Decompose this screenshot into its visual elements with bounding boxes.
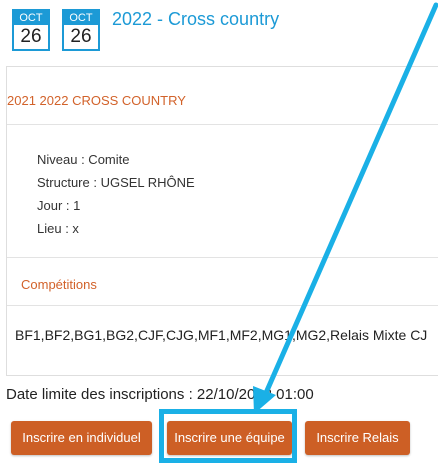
divider (7, 257, 438, 258)
competition-card: 2021 2022 CROSS COUNTRY Niveau : Comite … (6, 66, 438, 376)
start-month: OCT (14, 11, 48, 25)
register-individual-button[interactable]: Inscrire en individuel (11, 421, 152, 455)
info-niveau: Niveau : Comite (37, 152, 130, 167)
register-relay-button[interactable]: Inscrire Relais (305, 421, 410, 455)
divider (7, 124, 438, 125)
event-header: OCT 26 OCT 26 2022 - Cross country (0, 0, 438, 56)
info-lieu: Lieu : x (37, 221, 79, 236)
end-date-badge: OCT 26 (62, 9, 100, 51)
categories-list: BF1,BF2,BG1,BG2,CJF,CJG,MF1,MF2,MG1,MG2,… (15, 327, 428, 343)
end-day: 26 (70, 26, 92, 47)
divider (7, 305, 438, 306)
start-date-badge: OCT 26 (12, 9, 50, 51)
event-title[interactable]: 2022 - Cross country (112, 8, 279, 30)
card-title: 2021 2022 CROSS COUNTRY (7, 93, 186, 108)
info-structure: Structure : UGSEL RHÔNE (37, 175, 195, 190)
registration-deadline: Date limite des inscriptions : 22/10/202… (6, 386, 314, 403)
start-day: 26 (20, 26, 42, 47)
end-month: OCT (64, 11, 98, 25)
info-jour: Jour : 1 (37, 198, 81, 213)
register-team-button[interactable]: Inscrire une équipe (167, 421, 292, 455)
competitions-heading: Compétitions (21, 277, 97, 292)
